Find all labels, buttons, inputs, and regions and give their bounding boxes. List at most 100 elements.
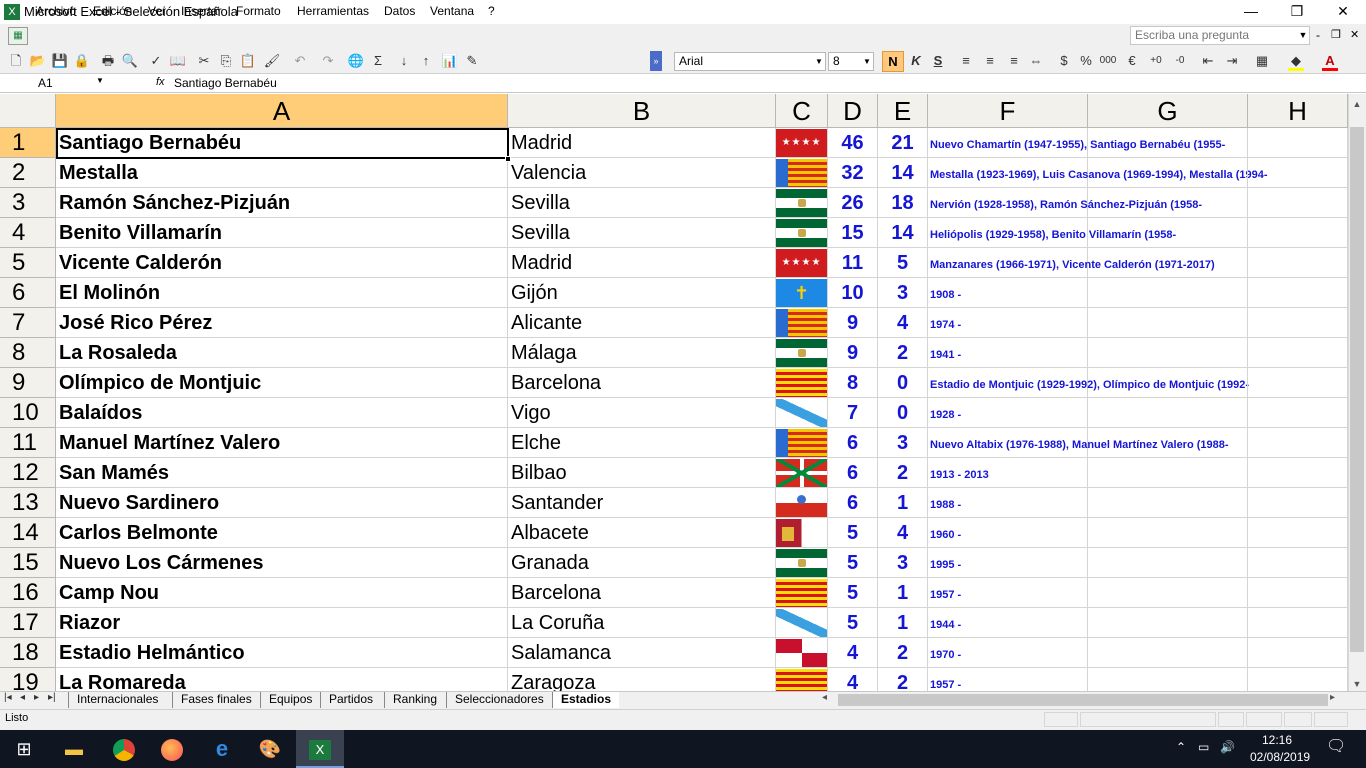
cell-history[interactable]: Heliópolis (1929-1958), Benito Villamarí… [928,218,1176,248]
cell-city[interactable]: Sevilla [508,218,776,248]
cell-matches[interactable]: 5 [828,548,878,578]
cell-stadium-name[interactable]: Santiago Bernabéu [56,128,508,158]
cell-empty[interactable] [1088,488,1248,518]
new-icon[interactable]: 🗋 [6,51,26,71]
permission-icon[interactable]: 🔒 [72,51,92,71]
cell-city[interactable]: Barcelona [508,578,776,608]
cell-empty[interactable] [1248,578,1348,608]
cell-city[interactable]: Barcelona [508,368,776,398]
bold-button[interactable]: N [882,51,904,72]
sort-descending-icon[interactable]: ↑ [416,51,436,71]
menu-formato[interactable]: Formato [236,4,281,18]
sheet-tab[interactable]: Internacionales [68,692,166,708]
cell-stadium-name[interactable]: Mestalla [56,158,508,188]
cell-city[interactable]: Sevilla [508,188,776,218]
cell-flag[interactable] [776,608,828,638]
menu-archivo[interactable]: Archivo [36,4,76,18]
cell-city[interactable]: Valencia [508,158,776,188]
row-header[interactable]: 10 [0,398,56,428]
menu-insertar[interactable]: Insertar [181,4,222,18]
cell-flag[interactable]: ✝ [776,278,828,308]
cell-wins[interactable]: 0 [878,398,928,428]
percent-icon[interactable]: % [1076,51,1096,71]
cell-stadium-name[interactable]: Carlos Belmonte [56,518,508,548]
research-icon[interactable]: 📖 [168,51,188,71]
cell-flag[interactable] [776,158,828,188]
cell-matches[interactable]: 4 [828,638,878,668]
col-header-c[interactable]: C [776,94,828,128]
clock-time[interactable]: 12:16 [1262,733,1292,747]
file-explorer-icon[interactable]: ▬ [50,730,98,768]
windows-start-icon[interactable]: ⊞ [0,730,48,768]
row-header[interactable]: 5 [0,248,56,278]
cell-wins[interactable]: 2 [878,668,928,691]
align-right-icon[interactable]: ≡ [1004,51,1024,71]
row-header[interactable]: 12 [0,458,56,488]
cell-empty[interactable] [1088,188,1248,218]
cell-empty[interactable] [1088,428,1248,458]
maximize-button[interactable]: ❐ [1274,0,1320,24]
cell-wins[interactable]: 3 [878,548,928,578]
cell-wins[interactable]: 0 [878,368,928,398]
col-header-d[interactable]: D [828,94,878,128]
cell-empty[interactable] [1248,638,1348,668]
cell-wins[interactable]: 1 [878,608,928,638]
cell-matches[interactable]: 6 [828,458,878,488]
doc-minimize-button[interactable]: - [1316,28,1320,42]
minimize-button[interactable]: — [1228,0,1274,24]
redo-icon[interactable]: ↷ [318,51,338,71]
chrome-icon[interactable] [100,730,148,768]
cell-history[interactable]: 1960 - [928,518,1088,548]
cell-matches[interactable]: 4 [828,668,878,691]
cell-empty[interactable] [1248,398,1348,428]
cell-matches[interactable]: 11 [828,248,878,278]
firefox-icon[interactable] [148,730,196,768]
row-header[interactable]: 8 [0,338,56,368]
cell-empty[interactable] [1088,638,1248,668]
scroll-right-icon[interactable]: ▸ [1330,692,1335,703]
row-header[interactable]: 15 [0,548,56,578]
cell-city[interactable]: Vigo [508,398,776,428]
cell-stadium-name[interactable]: Riazor [56,608,508,638]
autosum-icon[interactable]: Σ [368,51,388,71]
cell-history[interactable]: 1988 - [928,488,1088,518]
cell-history[interactable]: 1908 - [928,278,1088,308]
cell-stadium-name[interactable]: Estadio Helmántico [56,638,508,668]
col-header-h[interactable]: H [1248,94,1348,128]
next-sheet-icon[interactable]: ▸ [34,692,39,703]
cell-history[interactable]: 1941 - [928,338,1088,368]
cell-history[interactable]: Nervión (1928-1958), Ramón Sánchez-Pizju… [928,188,1202,218]
chevron-down-icon[interactable]: ▼ [861,53,873,70]
cell-empty[interactable] [1088,518,1248,548]
prev-sheet-icon[interactable]: ◂ [20,692,25,703]
cell-empty[interactable] [1248,608,1348,638]
thousands-icon[interactable]: 000 [1098,51,1118,71]
cell-flag[interactable] [776,638,828,668]
cell-city[interactable]: Santander [508,488,776,518]
cell-matches[interactable]: 32 [828,158,878,188]
horizontal-scroll-thumb[interactable] [838,694,1328,706]
cell-flag[interactable] [776,368,828,398]
cell-wins[interactable]: 4 [878,518,928,548]
cell-history[interactable]: 1928 - [928,398,1088,428]
battery-icon[interactable]: ▭ [1198,740,1209,754]
cell-empty[interactable] [1088,578,1248,608]
menu-help[interactable]: ? [488,4,495,18]
merge-center-icon[interactable]: ⇔ [1026,51,1046,71]
sheet-tab[interactable]: Ranking [384,692,445,708]
cell-stadium-name[interactable]: Manuel Martínez Valero [56,428,508,458]
paint-icon[interactable]: 🎨 [246,730,294,768]
cell-wins[interactable]: 18 [878,188,928,218]
drawing-icon[interactable]: ✎ [462,51,482,71]
menu-ventana[interactable]: Ventana [430,4,474,18]
cell-city[interactable]: Granada [508,548,776,578]
cell-empty[interactable] [1088,458,1248,488]
cell-city[interactable]: Madrid [508,128,776,158]
cell-flag[interactable] [776,188,828,218]
decrease-decimal-icon[interactable]: -0 [1170,51,1190,71]
paste-icon[interactable]: 📋 [238,51,258,71]
cell-stadium-name[interactable]: Olímpico de Montjuic [56,368,508,398]
cell-flag[interactable]: ★★★★ [776,128,828,158]
row-header[interactable]: 6 [0,278,56,308]
cell-stadium-name[interactable]: José Rico Pérez [56,308,508,338]
